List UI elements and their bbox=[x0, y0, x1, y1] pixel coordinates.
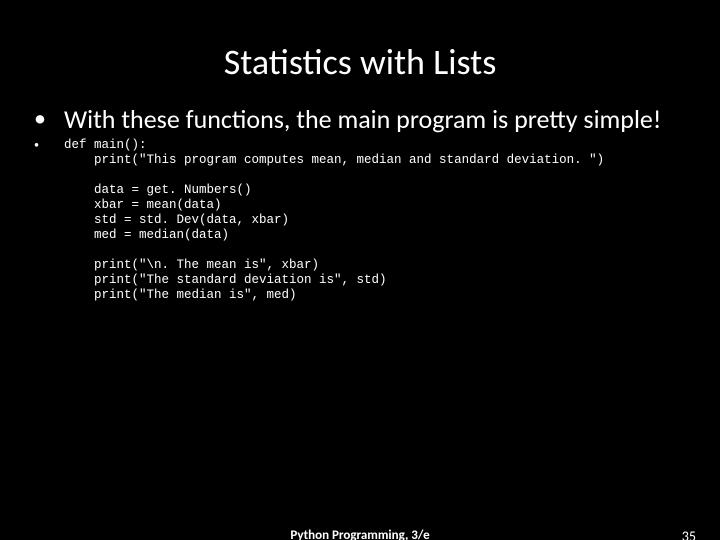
code-block: def main(): print("This program computes… bbox=[64, 138, 604, 303]
footer-source: Python Programming, 3/e bbox=[0, 528, 720, 540]
slide: Statistics with Lists • With these funct… bbox=[0, 0, 720, 540]
bullet-dot-small: • bbox=[30, 138, 64, 152]
bullet-dot: • bbox=[30, 104, 64, 134]
bullet-text-1: With these functions, the main program i… bbox=[64, 104, 661, 134]
slide-body: • With these functions, the main program… bbox=[0, 104, 720, 303]
page-number: 35 bbox=[682, 528, 696, 540]
bullet-item-code: • def main(): print("This program comput… bbox=[30, 138, 690, 303]
bullet-item-1: • With these functions, the main program… bbox=[30, 104, 690, 134]
slide-title: Statistics with Lists bbox=[0, 0, 720, 104]
